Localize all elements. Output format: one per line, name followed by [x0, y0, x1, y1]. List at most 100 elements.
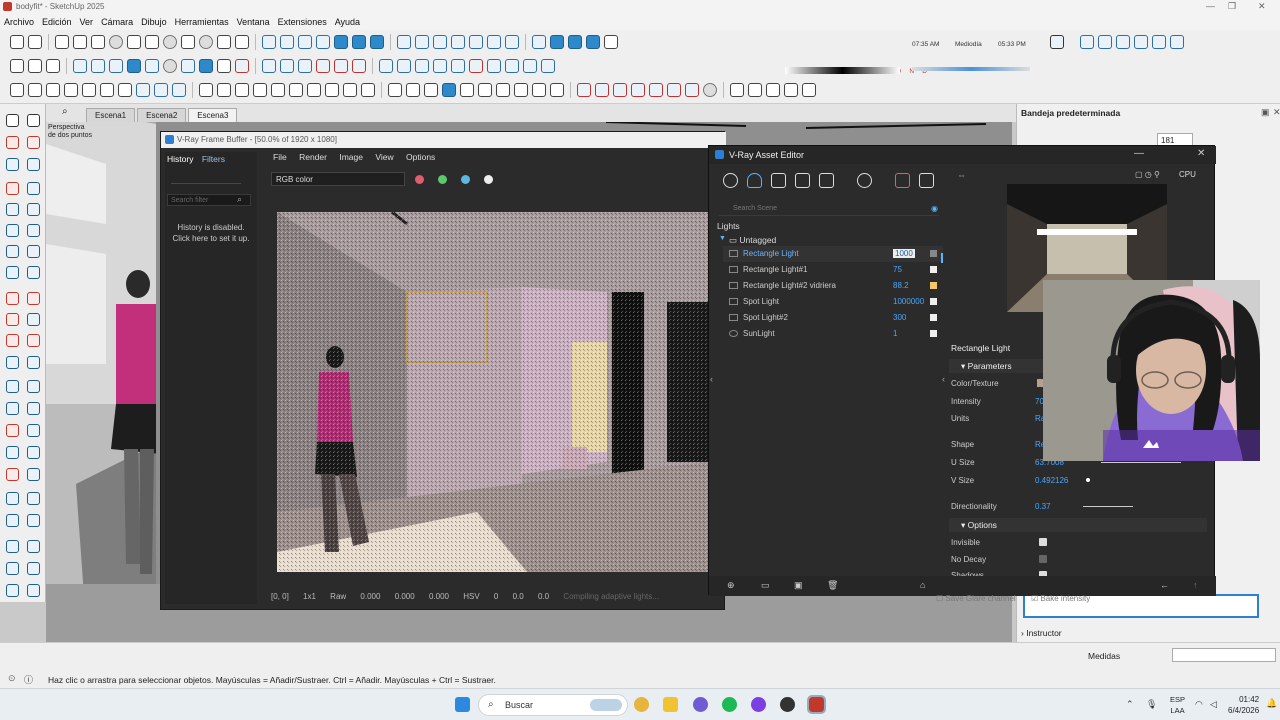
blue-channel-icon[interactable]: [461, 175, 470, 184]
tool-icon-a[interactable]: [6, 540, 19, 553]
arrow-right-icon[interactable]: [172, 83, 186, 97]
solid-tool-icon-2[interactable]: [280, 59, 294, 73]
obs-icon[interactable]: [751, 697, 766, 712]
alpha-channel-icon[interactable]: [484, 175, 493, 184]
measurements-input[interactable]: [1172, 648, 1276, 662]
tray-icon-2[interactable]: [1098, 35, 1112, 49]
push-pull-icon[interactable]: [27, 292, 40, 305]
wifi-icon[interactable]: ◠: [1195, 699, 1203, 710]
top-view-icon[interactable]: [280, 35, 294, 49]
save-icon[interactable]: [91, 35, 105, 49]
render-mode-label[interactable]: CPU: [1179, 170, 1196, 179]
search-icon[interactable]: ⌕: [237, 194, 242, 205]
magnet-icon-3[interactable]: [199, 59, 213, 73]
ies-light-icon[interactable]: [631, 83, 645, 97]
cube-tool-icon-5[interactable]: [271, 83, 285, 97]
protractor-icon[interactable]: [6, 380, 19, 393]
preview-toggle-icon[interactable]: ⇔: [957, 170, 966, 180]
vray-batch-icon[interactable]: [514, 83, 528, 97]
zoom-icon[interactable]: [6, 446, 19, 459]
tray-icon-5[interactable]: [1152, 35, 1166, 49]
solid-tool-icon-3[interactable]: [298, 59, 312, 73]
history-disabled-message[interactable]: History is disabled. Click here to set i…: [165, 222, 257, 244]
drop-icon-3[interactable]: [109, 59, 123, 73]
collapse-panel-icon[interactable]: ‹: [942, 374, 945, 384]
drop-icon-4[interactable]: [127, 59, 141, 73]
zoom-window-icon[interactable]: [27, 446, 40, 459]
close-icon[interactable]: ✕: [1273, 107, 1280, 118]
look-around-icon[interactable]: [6, 514, 19, 527]
vray-asset-editor-icon[interactable]: [442, 83, 456, 97]
geo-location-icon[interactable]: [1050, 35, 1064, 49]
volume-icon[interactable]: ◁: [1210, 699, 1217, 710]
vfb-menu-view[interactable]: View: [375, 152, 393, 162]
shaded-icon[interactable]: [469, 35, 483, 49]
front-view-icon[interactable]: [298, 35, 312, 49]
print-icon[interactable]: [217, 35, 231, 49]
bench-icon[interactable]: [46, 83, 60, 97]
drop-icon-5[interactable]: [145, 59, 159, 73]
menu-extensiones[interactable]: Extensiones: [278, 17, 327, 27]
vfb-menu-image[interactable]: Image: [339, 152, 363, 162]
up-arrow-icon[interactable]: ↑: [1193, 580, 1198, 590]
vfb-menu-file[interactable]: File: [273, 152, 287, 162]
rotate-icon[interactable]: [6, 313, 19, 326]
textures-icon[interactable]: [795, 173, 810, 188]
maximize-icon[interactable]: ❐: [1228, 1, 1236, 12]
light-row-sunlight[interactable]: SunLight 1: [723, 326, 943, 342]
new-icon[interactable]: [55, 35, 69, 49]
light-intensity-input[interactable]: 75: [893, 265, 902, 274]
settings-gear-icon[interactable]: [28, 59, 42, 73]
grid-icon-1[interactable]: [64, 83, 78, 97]
light-intensity-input[interactable]: 1: [893, 329, 897, 338]
line-icon[interactable]: [6, 182, 19, 195]
orbit-icon[interactable]: [6, 424, 19, 437]
follow-me-icon[interactable]: [27, 313, 40, 326]
rect-light-icon[interactable]: [577, 83, 591, 97]
tray-icon-4[interactable]: [1134, 35, 1148, 49]
materials-icon[interactable]: [723, 173, 738, 188]
light-row-rectangle-light-2[interactable]: Rectangle Light#2 vidriera 88.2: [723, 278, 943, 294]
copy-icon[interactable]: [127, 35, 141, 49]
light-row-spot-light-2[interactable]: Spot Light#2 300: [723, 310, 943, 326]
file-explorer-icon[interactable]: [663, 697, 678, 712]
status-icon-1[interactable]: ⊙: [8, 673, 16, 684]
rectangle-icon[interactable]: [6, 203, 19, 216]
collapse-icon[interactable]: ▼: [719, 235, 726, 242]
cube-tool-icon-3[interactable]: [235, 83, 249, 97]
sun-light-icon[interactable]: [667, 83, 681, 97]
light-intensity-input[interactable]: 88.2: [893, 281, 909, 290]
green-channel-icon[interactable]: [438, 175, 447, 184]
invisible-checkbox[interactable]: [1039, 538, 1047, 546]
tray-icon-3[interactable]: [1116, 35, 1130, 49]
channel-select[interactable]: RGB color: [271, 172, 405, 186]
drop-icon-2[interactable]: [91, 59, 105, 73]
chat-app-icon[interactable]: [693, 697, 708, 712]
sandbox-icon-7[interactable]: [487, 59, 501, 73]
save-glare-option[interactable]: ☐ Save Glare channel: [936, 594, 1016, 603]
user-icon[interactable]: [28, 35, 42, 49]
pie-icon[interactable]: [27, 266, 40, 279]
filter-eye-icon[interactable]: ◉: [931, 204, 938, 213]
open-folder-icon[interactable]: ▭: [761, 580, 770, 591]
sandbox-icon-6[interactable]: [469, 59, 483, 73]
move-icon[interactable]: [6, 292, 19, 305]
light-color-swatch[interactable]: [930, 282, 937, 289]
solid-tool-icon-1[interactable]: [262, 59, 276, 73]
sphere-light-icon[interactable]: [613, 83, 627, 97]
menu-archivo[interactable]: Archivo: [4, 17, 34, 27]
menu-ayuda[interactable]: Ayuda: [335, 17, 360, 27]
wireframe-icon[interactable]: [433, 35, 447, 49]
solid-tool-icon-6[interactable]: [352, 59, 366, 73]
light-color-swatch[interactable]: [930, 266, 937, 273]
eraser-icon[interactable]: [27, 136, 40, 149]
component-icon[interactable]: [6, 158, 19, 171]
grid-icon-4[interactable]: [118, 83, 132, 97]
delete-icon[interactable]: 🗑: [827, 580, 838, 591]
position-camera-icon[interactable]: [6, 492, 19, 505]
github-icon[interactable]: [780, 697, 795, 712]
tab-filters[interactable]: Filters: [202, 154, 225, 164]
mesh-light-icon[interactable]: [703, 83, 717, 97]
stairs-icon[interactable]: [28, 83, 42, 97]
tray-icon-6[interactable]: [1170, 35, 1184, 49]
